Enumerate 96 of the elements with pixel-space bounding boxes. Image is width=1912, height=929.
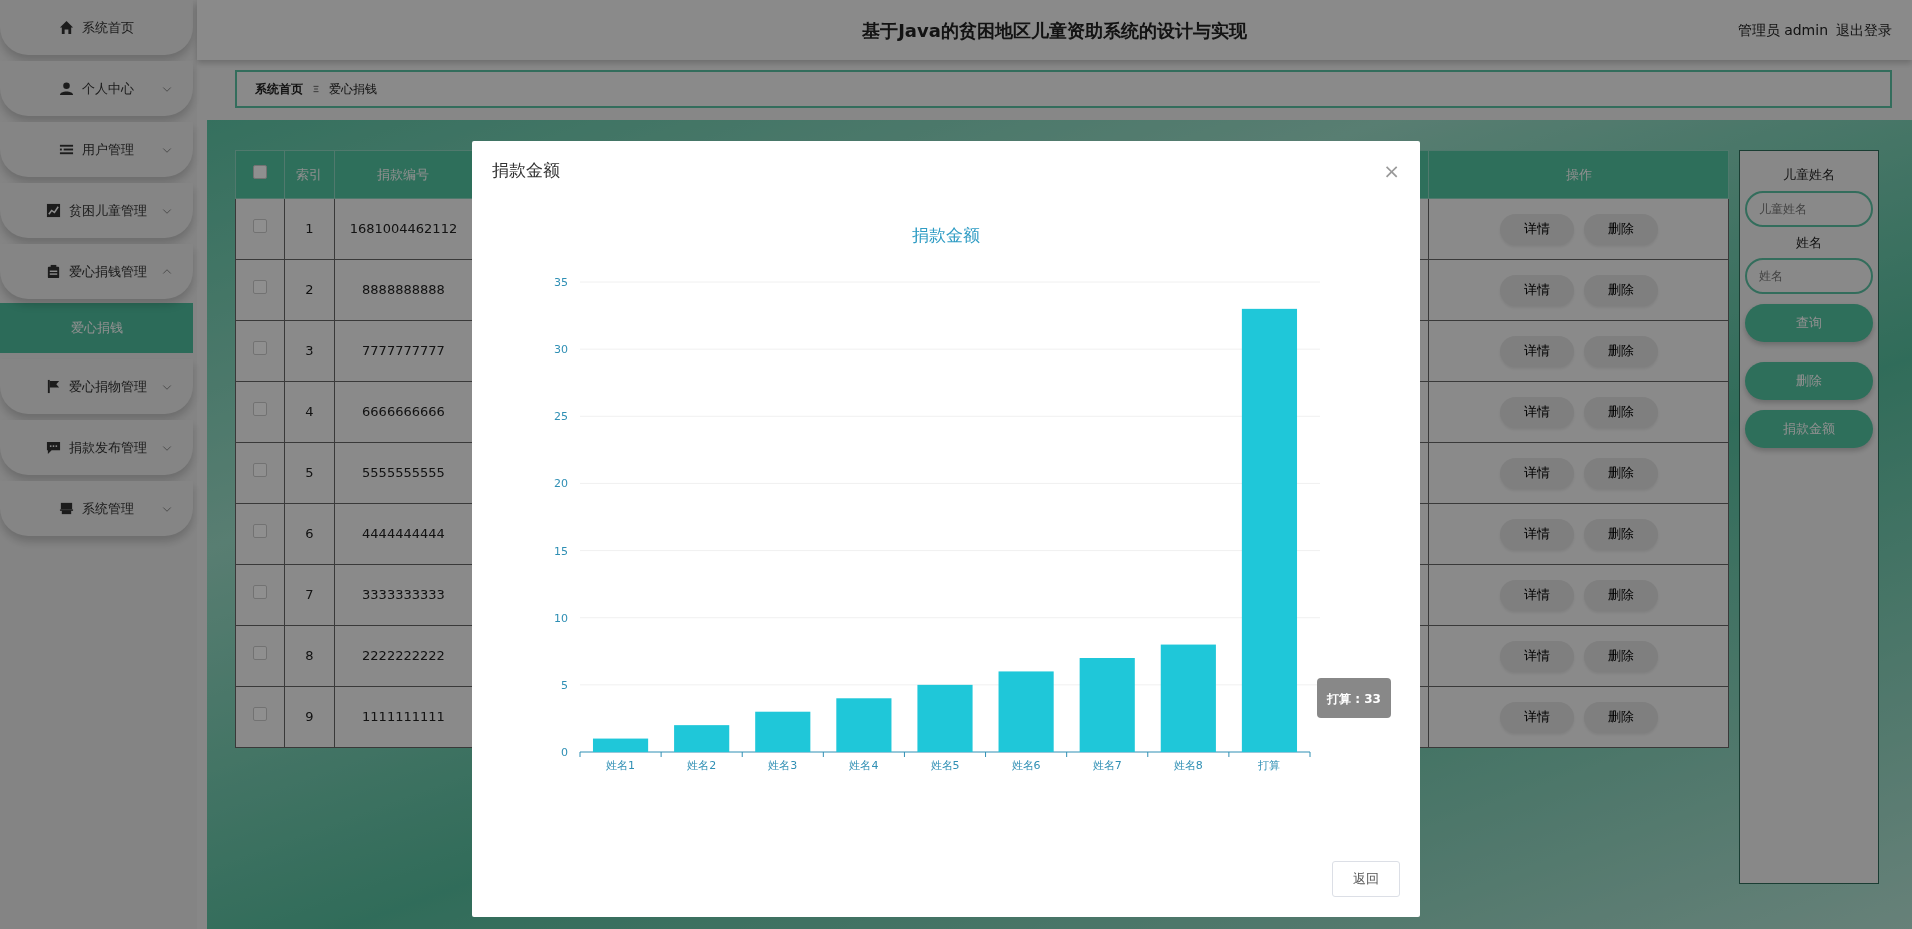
bar[interactable] [917,684,973,752]
sidebar-item[interactable]: 个人中心 [0,61,193,116]
row-checkbox[interactable] [253,463,267,478]
details-button[interactable]: 详情 [1499,396,1574,428]
bar[interactable] [1241,308,1297,752]
close-button[interactable]: × [1383,161,1400,181]
y-tick-label: 20 [554,477,568,491]
field-label: 姓名 [1795,233,1823,252]
delete-button[interactable]: 删除 [1583,213,1658,245]
bar[interactable] [1160,644,1216,752]
x-tick-label: 姓名1 [606,759,636,772]
list-icon [59,142,74,157]
table-cell: 7 [284,564,335,626]
line-chart-icon [46,203,61,218]
y-tick-label: 25 [554,410,568,424]
row-checkbox[interactable] [253,646,267,661]
admin-label: 管理员 admin [1737,20,1828,40]
bar[interactable] [593,738,649,752]
delete-button[interactable]: 删除 [1583,457,1658,489]
delete-button[interactable]: 删除 [1583,579,1658,611]
back-button[interactable]: 返回 [1332,861,1400,897]
table-header-cell: 操作 [1428,150,1729,199]
details-button[interactable]: 详情 [1499,701,1574,733]
home-icon [59,20,74,35]
sidebar-item[interactable]: 捐款发布管理 [0,420,193,475]
page-title: 基于Java的贫困地区儿童资助系统的设计与实现 [862,18,1247,43]
details-button[interactable]: 详情 [1499,213,1574,245]
row-checkbox[interactable] [253,219,267,234]
row-checkbox[interactable] [253,707,267,722]
details-button[interactable]: 详情 [1499,518,1574,550]
y-tick-label: 5 [561,678,568,692]
sidebar-item[interactable]: 系统管理 [0,481,193,536]
clipboard-icon [46,264,61,279]
details-button[interactable]: 详情 [1499,457,1574,489]
y-tick-label: 35 [554,276,568,289]
delete-button[interactable]: 删除 [1583,274,1658,306]
table-cell: 9 [284,686,335,748]
delete-button[interactable]: 删除 [1583,396,1658,428]
bar[interactable] [836,698,892,752]
table-header-cell: 索引 [284,150,335,199]
select-all-checkbox[interactable] [253,164,267,179]
table-cell: 4 [284,381,335,443]
x-tick-label: 姓名4 [849,759,879,772]
chart-title: 捐款金额 [912,225,980,245]
x-tick-label: 姓名6 [1011,759,1041,772]
y-tick-label: 15 [554,544,568,558]
bar[interactable] [998,671,1054,752]
x-tick-label: 姓名7 [1092,759,1122,772]
store-icon [59,501,74,516]
row-checkbox[interactable] [253,585,267,600]
table-cell: 8 [284,625,335,687]
table-cell: 3 [284,320,335,382]
table-header-cell: 捐款编号 [334,150,473,199]
table-cell: 6 [284,503,335,565]
details-button[interactable]: 详情 [1499,579,1574,611]
x-tick-label: 姓名5 [930,759,960,772]
details-button[interactable]: 详情 [1499,335,1574,367]
field-label: 儿童姓名 [1782,166,1836,184]
row-checkbox[interactable] [253,280,267,295]
y-tick-label: 10 [554,611,568,625]
y-tick-label: 0 [561,746,568,759]
delete-button[interactable]: 删除 [1583,518,1658,550]
delete-button[interactable]: 删除 [1583,335,1658,367]
table-cell: 2 [284,259,335,321]
x-tick-label: 姓名3 [768,759,798,772]
sidebar-item[interactable]: 用户管理 [0,122,193,177]
bar[interactable] [1079,658,1135,752]
bar[interactable] [755,711,811,752]
row-checkbox[interactable] [253,341,267,356]
row-checkbox[interactable] [253,402,267,417]
x-tick-label: 姓名8 [1173,759,1203,772]
breadcrumb-item[interactable]: 系统首页 [255,80,303,98]
sidebar-item[interactable]: 爱心捐钱管理 [0,244,193,299]
sidebar-item[interactable]: 爱心捐物管理 [0,359,193,414]
breadcrumb-item: 爱心捐钱 [329,81,377,98]
delete-button[interactable]: 删除 [1583,640,1658,672]
search-field[interactable]: 姓名 [1745,258,1873,294]
x-tick-label: 姓名2 [687,759,717,772]
dialog-title: 捐款金额 [492,159,560,183]
details-button[interactable]: 详情 [1499,274,1574,306]
sidebar-item[interactable]: 系统首页 [0,0,193,55]
row-checkbox[interactable] [253,524,267,539]
flag-icon [46,379,61,394]
logout-link[interactable]: 退出登录 [1836,19,1892,41]
search-field[interactable]: 儿童姓名 [1745,190,1873,227]
bar[interactable] [674,725,730,752]
chat-icon [46,440,61,455]
user-icon [59,81,74,96]
y-tick-label: 30 [554,343,568,357]
table-cell: 5 [284,442,335,504]
x-tick-label: 打算 [1258,759,1281,772]
table-cell: 1 [284,198,335,260]
delete-button[interactable]: 删除 [1583,701,1658,733]
details-button[interactable]: 详情 [1499,640,1574,672]
chart-tooltip: 打算 : 33 [1317,678,1391,718]
sidebar-item[interactable]: 贫困儿童管理 [0,183,193,238]
